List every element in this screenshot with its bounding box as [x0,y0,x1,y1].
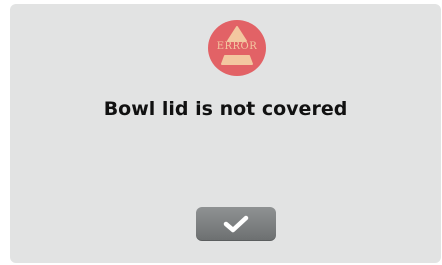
error-dialog: ERROR Bowl lid is not covered [10,4,441,263]
confirm-button[interactable] [196,207,276,241]
error-message: Bowl lid is not covered [103,98,348,120]
error-badge: ERROR [207,20,269,76]
error-label: ERROR [216,41,258,52]
checkmark-icon [223,215,249,233]
